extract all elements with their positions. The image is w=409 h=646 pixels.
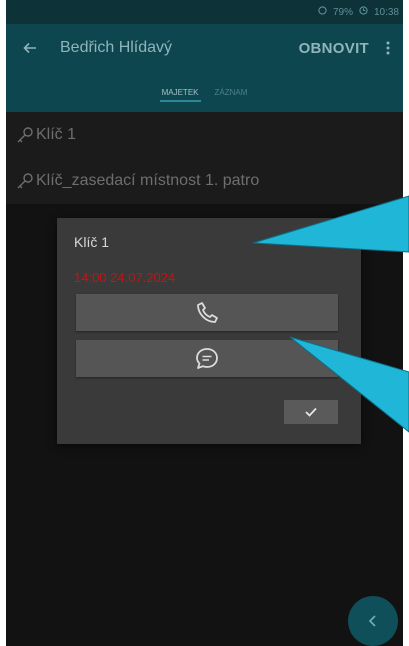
more-options-icon[interactable] (379, 24, 397, 72)
chevron-left-icon (368, 615, 376, 627)
back-arrow-icon[interactable] (10, 24, 50, 72)
contact-dialog: Klíč 1 14:00 24.07.2024 (57, 218, 361, 444)
check-icon (305, 407, 317, 417)
key-icon (17, 173, 33, 189)
dialog-date: 14:00 24.07.2024 (74, 270, 176, 285)
tab-bar: MAJETEK ZÁZNAM (6, 72, 403, 112)
clock-icon (359, 6, 368, 18)
list-item[interactable]: Klíč 1 (6, 112, 403, 158)
refresh-button[interactable]: OBNOVIT (299, 40, 369, 57)
back-fab[interactable] (348, 596, 398, 646)
status-time: 10:38 (373, 6, 399, 18)
phone-icon (197, 301, 218, 323)
chat-bubble-icon (196, 347, 218, 369)
app-screen: 79% 10:38 Bedřich Hlídavý OBNOVIT MAJETE… (6, 0, 403, 646)
app-bar: Bedřich Hlídavý OBNOVIT (6, 24, 403, 72)
status-bar: 79% 10:38 (6, 0, 403, 24)
call-button[interactable] (76, 294, 338, 331)
key-icon (17, 127, 33, 143)
battery-level: 79% (332, 6, 353, 18)
dialog-title: Klíč 1 (74, 234, 110, 250)
tab-majetek[interactable]: MAJETEK (154, 72, 207, 112)
battery-icon (318, 6, 327, 18)
confirm-button[interactable] (284, 400, 338, 424)
list-item-label: Klíč 1 (36, 126, 77, 143)
tab-zaznam[interactable]: ZÁZNAM (207, 72, 256, 112)
list-item[interactable]: Klíč_zasedací místnost 1. patro (6, 158, 403, 204)
message-button[interactable] (76, 340, 338, 377)
list-item-label: Klíč_zasedací místnost 1. patro (36, 172, 260, 189)
asset-list: Klíč 1 Klíč_zasedací místnost 1. patro (6, 112, 403, 204)
page-title: Bedřich Hlídavý (60, 39, 173, 56)
